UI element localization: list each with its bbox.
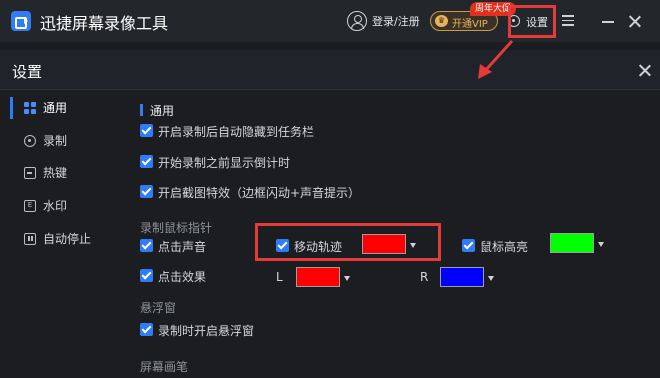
app-title: 迅捷屏幕录像工具 [40, 14, 169, 33]
annotation-highlight-settings [508, 5, 556, 38]
sidebar-item-hotkeys[interactable]: 热键 [10, 160, 120, 186]
left-click-label: L [276, 270, 283, 284]
checkbox[interactable] [140, 269, 153, 282]
cursor-highlight-color-swatch[interactable] [550, 233, 594, 253]
annotation-highlight-move-track [255, 223, 441, 261]
checkbox[interactable] [140, 323, 153, 336]
option-label: 点击声音 [158, 240, 207, 254]
checkbox[interactable] [140, 185, 153, 198]
option-label: 开启录制后自动隐藏到任务栏 [158, 125, 315, 139]
dialog-title: 设置 [12, 63, 43, 81]
sidebar-item-record[interactable]: 录制 [10, 128, 120, 154]
crown-icon: ♛ [435, 15, 448, 27]
title-bar: 迅捷屏幕录像工具 登录/注册 ♛ 开通VIP 周年大促 设置 [0, 0, 660, 42]
left-click-color-swatch[interactable] [296, 267, 340, 287]
group-title-floating: 悬浮窗 [140, 301, 177, 315]
option-label: 录制时开启悬浮窗 [158, 324, 255, 338]
sidebar-item-general[interactable]: 通用 [10, 95, 120, 121]
watermark-icon: E [24, 200, 36, 212]
grid-icon [24, 102, 36, 114]
chevron-down-icon[interactable] [598, 242, 604, 247]
settings-content: 通用 开启录制后自动隐藏到任务栏 开始录制之前显示倒计时 开启截图特效（边框闪动… [120, 90, 660, 378]
sidebar-item-label: 自动停止 [43, 232, 92, 246]
login-register-link[interactable]: 登录/注册 [372, 13, 420, 29]
right-click-color-swatch[interactable] [440, 267, 484, 287]
option-label: 点击效果 [158, 270, 207, 284]
pause-icon [24, 233, 36, 245]
section-accent-bar [140, 104, 143, 116]
settings-dialog-header: 设置 [0, 50, 660, 90]
group-title-mouse: 录制鼠标指针 [140, 221, 213, 235]
vip-button-label: 开通VIP [452, 19, 488, 30]
dialog-close-icon[interactable] [638, 64, 651, 77]
group-title-screen-pen: 屏幕画笔 [140, 360, 189, 374]
menu-icon[interactable] [562, 15, 574, 26]
app-logo-icon [11, 11, 31, 31]
minimize-icon[interactable] [602, 21, 614, 23]
window-close-icon[interactable] [628, 15, 641, 28]
checkbox[interactable] [462, 239, 475, 252]
sidebar-item-label: 热键 [43, 166, 68, 180]
option-label: 开启截图特效（边框闪动+声音提示） [158, 186, 361, 200]
section-title-general: 通用 [150, 104, 175, 118]
right-click-label: R [420, 270, 429, 284]
checkbox[interactable] [140, 155, 153, 168]
annotation-arrow [478, 39, 514, 79]
settings-sidebar: 通用 录制 热键 E 水印 自动停止 [0, 90, 120, 378]
sidebar-item-label: 通用 [43, 101, 68, 115]
sidebar-item-label: 录制 [43, 134, 68, 148]
sidebar-item-label: 水印 [43, 199, 68, 213]
chevron-down-icon[interactable] [344, 276, 350, 281]
record-circle-icon [24, 135, 36, 147]
user-icon[interactable] [347, 11, 367, 31]
option-label: 鼠标高亮 [480, 240, 529, 254]
checkbox[interactable] [140, 239, 153, 252]
sidebar-item-watermark[interactable]: E 水印 [10, 193, 120, 219]
chevron-down-icon[interactable] [488, 276, 494, 281]
option-label: 开始录制之前显示倒计时 [158, 156, 291, 170]
checkbox[interactable] [140, 124, 153, 137]
sidebar-item-auto-stop[interactable]: 自动停止 [10, 226, 120, 252]
keyboard-icon [24, 167, 36, 179]
